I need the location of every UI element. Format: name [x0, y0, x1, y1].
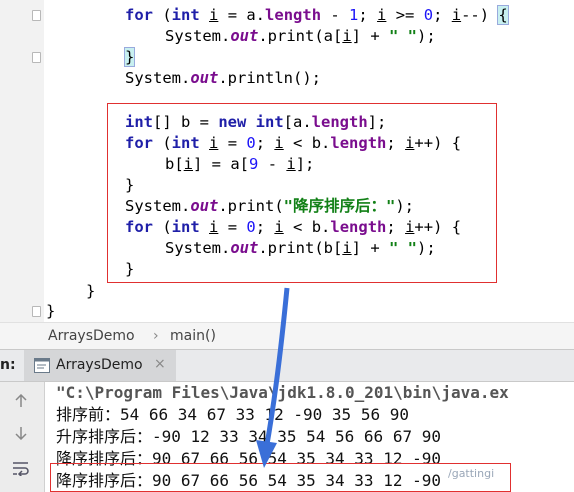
annotation-arrow [256, 287, 290, 468]
